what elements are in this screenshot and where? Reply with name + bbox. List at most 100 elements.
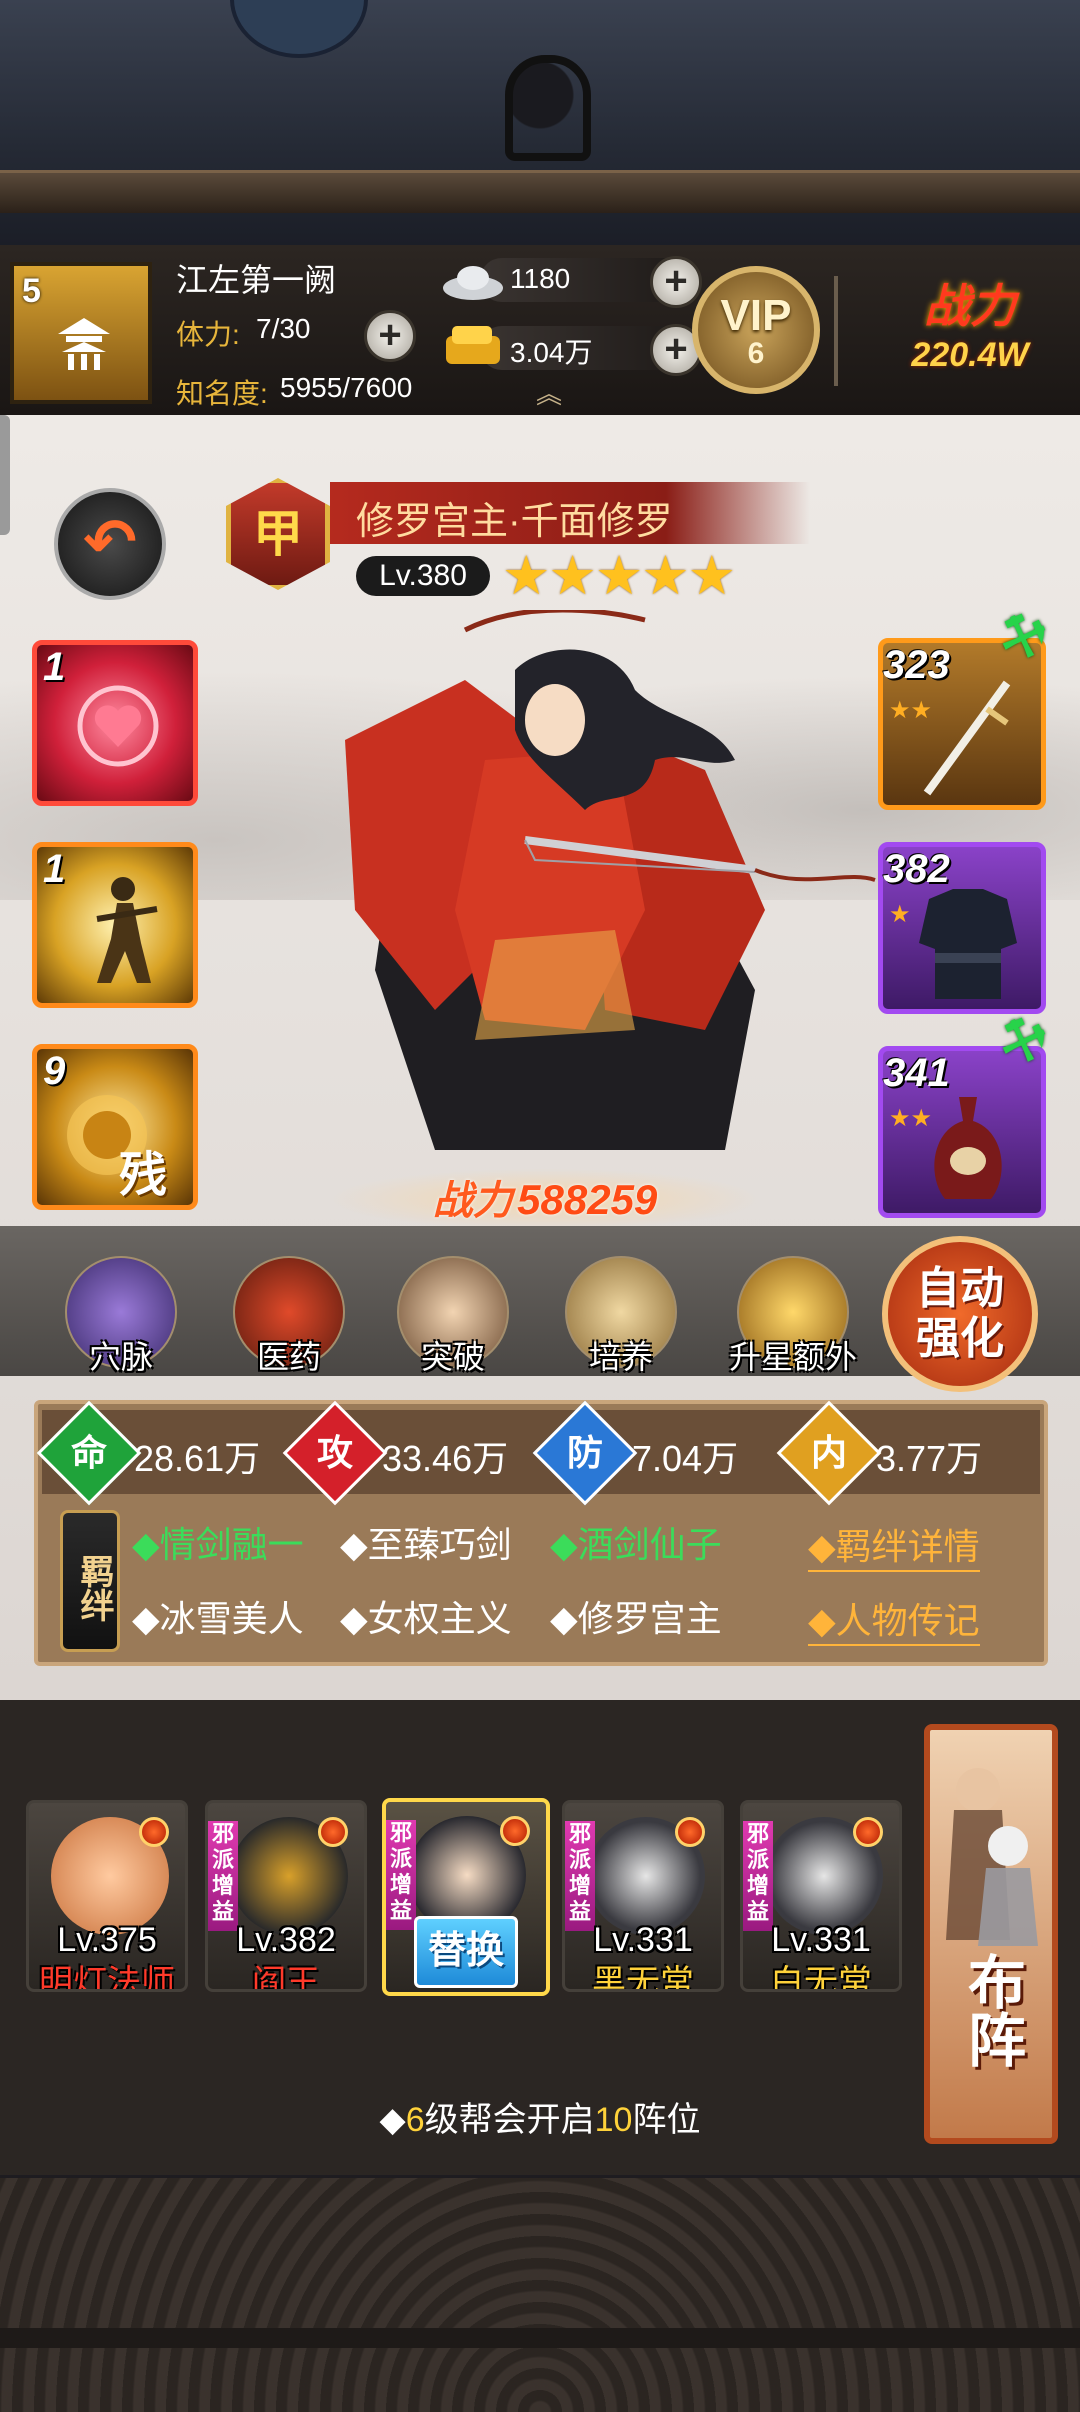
- gold-value: 3.04万: [510, 337, 593, 368]
- alert-dot-icon: [853, 1817, 883, 1847]
- team-member-card-selected[interactable]: 邪派增益 替换: [382, 1798, 550, 1996]
- back-button[interactable]: ↶: [54, 488, 166, 600]
- vip-level: 6: [747, 337, 765, 370]
- alert-dot-icon: [139, 1817, 169, 1847]
- faction-buff-badge: 邪派增益: [386, 1820, 416, 1930]
- auto-enhance-line1: 自动: [916, 1264, 1004, 1313]
- combat-value: 588259: [517, 1176, 658, 1223]
- auto-enhance-button[interactable]: 自动 强化: [882, 1236, 1038, 1392]
- star-up-extra-button[interactable]: 升星额外: [718, 1256, 868, 1378]
- skill-level: 1: [43, 847, 66, 891]
- bond-tag: 羁绊: [60, 1510, 120, 1652]
- add-silver-button[interactable]: +: [650, 256, 702, 308]
- hero-portrait[interactable]: [285, 610, 905, 1170]
- member-name: 白无常: [770, 1964, 872, 1992]
- player-avatar[interactable]: 5: [10, 262, 152, 404]
- skill-slot-1[interactable]: 1: [32, 640, 198, 806]
- replace-button[interactable]: 替换: [414, 1916, 518, 1988]
- function-label: 升星额外: [728, 1339, 857, 1375]
- breakthrough-button[interactable]: 突破: [378, 1256, 528, 1378]
- silver-value: 1180: [510, 263, 571, 294]
- formation-button[interactable]: 布阵: [924, 1724, 1058, 2144]
- add-stamina-button[interactable]: +: [364, 310, 416, 362]
- player-level: 5: [22, 272, 41, 310]
- function-label: 穴脉: [88, 1339, 153, 1375]
- faction-buff-badge: 邪派增益: [208, 1821, 238, 1931]
- back-arrow-icon: ↶: [83, 506, 137, 578]
- inner-power-value: 3.77万: [876, 1438, 983, 1479]
- faction-buff-badge: 邪派增益: [565, 1821, 595, 1931]
- function-label: 突破: [420, 1339, 485, 1375]
- cultivate-button[interactable]: 培养: [546, 1256, 696, 1378]
- hero-name: 修罗宫主·千面修罗: [356, 501, 673, 543]
- header-divider: [834, 276, 838, 386]
- wine-pot-icon: [934, 1097, 1002, 1199]
- member-name: 明灯法师: [39, 1964, 175, 1992]
- team-member-card[interactable]: 邪派增益 Lv.331 黑无常: [562, 1800, 724, 1992]
- vip-label: VIP: [720, 291, 792, 340]
- hero-grade: 甲: [253, 506, 303, 562]
- bond-item[interactable]: ◆情剑融一: [132, 1516, 304, 1568]
- auto-enhance-line2: 强化: [916, 1314, 1004, 1363]
- vip-badge[interactable]: VIP 6: [692, 266, 820, 394]
- team-member-card[interactable]: 邪派增益 Lv.331 白无常: [740, 1800, 902, 1992]
- hero-stars: ★★★★★: [502, 546, 736, 606]
- gold-ingot-icon: [446, 326, 500, 364]
- heart-swirl-icon: [77, 685, 159, 767]
- bond-item[interactable]: ◆修罗宫主: [550, 1590, 722, 1642]
- expand-chevron-icon[interactable]: ︽: [522, 381, 576, 407]
- formation-label: 布阵: [959, 1952, 1024, 2068]
- roof-beam: [0, 170, 1080, 213]
- stamina-value: 7/30: [256, 313, 311, 344]
- elder-figures-icon: [946, 1768, 1038, 1946]
- skill-char: 残: [119, 1149, 168, 1202]
- defense-value: 7.04万: [632, 1438, 739, 1479]
- hp-value: 28.61万: [134, 1438, 261, 1479]
- hero-level: Lv.380: [356, 556, 490, 596]
- skill-slot-2[interactable]: 1: [32, 842, 198, 1008]
- bond-item[interactable]: ◆女权主义: [340, 1590, 512, 1642]
- biography-link[interactable]: ◆人物传记: [808, 1592, 980, 1646]
- roof-ornament-knot: [505, 55, 591, 161]
- armor-icon: [919, 889, 1017, 999]
- side-handle: [0, 415, 10, 535]
- equip-stars: ★: [889, 901, 911, 928]
- bond-item[interactable]: ◆冰雪美人: [132, 1590, 304, 1642]
- skill-slot-3[interactable]: 9 残: [32, 1044, 198, 1210]
- slot-unlock-note: ◆6级帮会开启10阵位: [379, 2101, 701, 2139]
- bond-item[interactable]: ◆酒剑仙子: [550, 1516, 722, 1568]
- hero-combat-power: 战力 588259: [330, 1168, 760, 1230]
- power-value: 220.4W: [911, 336, 1029, 374]
- alert-dot-icon: [500, 1816, 530, 1846]
- pet-avatar[interactable]: [230, 0, 368, 58]
- attack-value: 33.46万: [382, 1438, 509, 1479]
- team-member-card[interactable]: 邪派增益 Lv.382 阎王: [205, 1800, 367, 1992]
- pagoda-icon: [58, 318, 110, 370]
- bond-item[interactable]: ◆至臻巧剑: [340, 1516, 512, 1568]
- alert-dot-icon: [318, 1817, 348, 1847]
- member-name: 黑无常: [592, 1964, 694, 1992]
- stamina-label: 体力:: [176, 319, 240, 350]
- acupoint-button[interactable]: 穴脉: [46, 1256, 196, 1378]
- skill-level: 1: [43, 645, 66, 689]
- wave-pattern-footer: [0, 2178, 1080, 2412]
- function-label: 医药: [256, 1339, 321, 1375]
- total-power: 战力 220.4W: [870, 270, 1070, 390]
- sword-icon: [923, 680, 1011, 796]
- alert-dot-icon: [675, 1817, 705, 1847]
- bond-detail-link[interactable]: ◆羁绊详情: [808, 1518, 980, 1572]
- combat-label: 战力: [432, 1179, 513, 1223]
- silver-ingot-icon: [443, 266, 503, 300]
- faction-buff-badge: 邪派增益: [743, 1821, 773, 1931]
- team-member-card[interactable]: Lv.375 明灯法师: [26, 1800, 188, 1992]
- armor-slot[interactable]: 382 ★: [878, 842, 1046, 1014]
- medicine-button[interactable]: 医药: [214, 1256, 364, 1378]
- roof-decoration: [0, 0, 1080, 245]
- member-name: 阎王: [252, 1964, 320, 1992]
- fame-value: 5955/7600: [280, 372, 413, 403]
- player-name: 江左第一阙: [176, 262, 337, 298]
- function-label: 培养: [588, 1339, 653, 1375]
- fame-label: 知名度:: [176, 378, 268, 409]
- warrior-figure-icon: [96, 877, 158, 983]
- power-label: 战力: [924, 280, 1016, 332]
